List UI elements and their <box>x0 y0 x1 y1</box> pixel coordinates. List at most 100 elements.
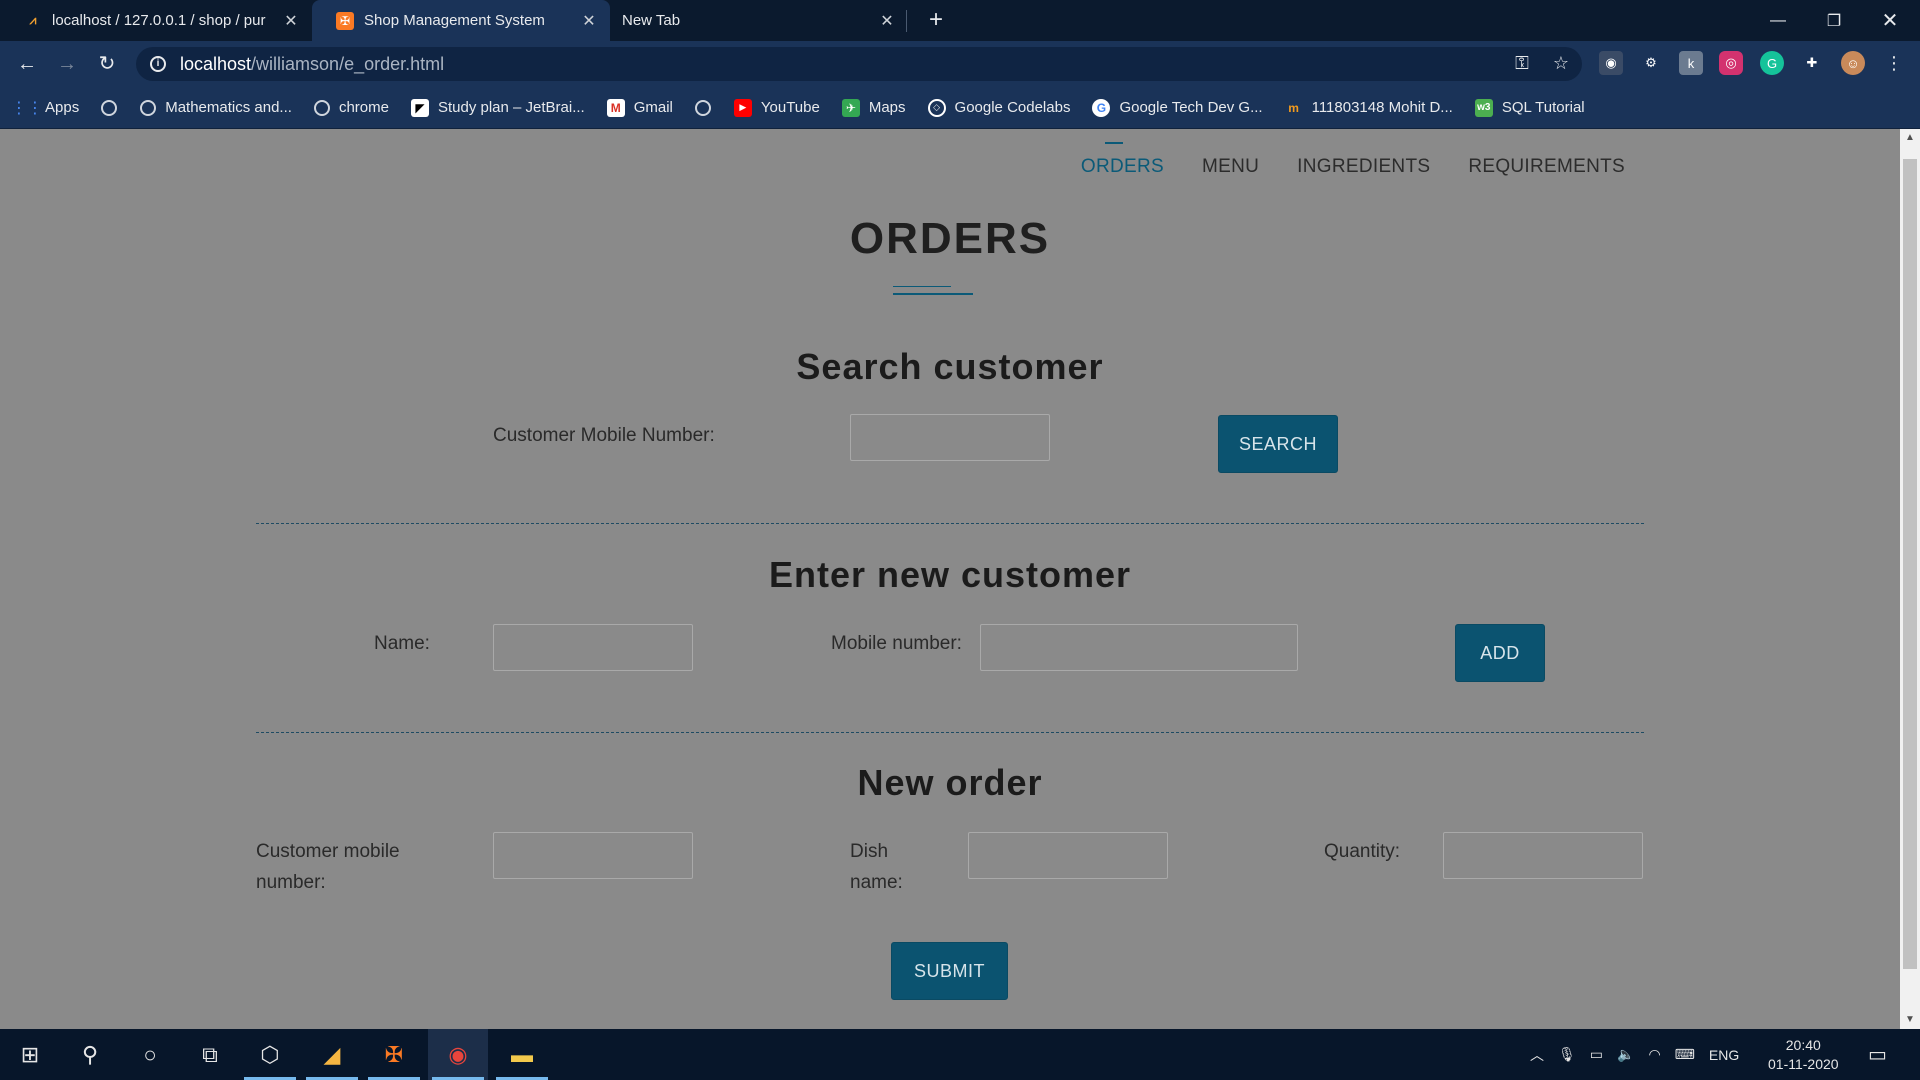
more-menu-icon[interactable]: ⋮ <box>1880 49 1908 77</box>
new-customer-heading: Enter new customer <box>768 554 1132 595</box>
reload-icon[interactable]: ↻ <box>93 50 121 78</box>
camera-extension-icon[interactable]: ◉ <box>1599 51 1623 75</box>
dish-name-field[interactable] <box>968 832 1168 879</box>
nav-orders[interactable]: ORDERS <box>1081 142 1164 178</box>
name-input[interactable] <box>494 625 692 670</box>
name-field[interactable] <box>493 624 693 671</box>
nav-requirements[interactable]: REQUIREMENTS <box>1468 156 1625 178</box>
name-label: Name: <box>374 633 430 654</box>
extensions-puzzle-icon[interactable]: ✚ <box>1800 51 1824 75</box>
site-info-icon[interactable]: i <box>150 56 166 72</box>
grammarly-extension-icon[interactable]: G <box>1760 51 1784 75</box>
bookmark-globe[interactable] <box>101 99 126 116</box>
tab-title: Shop Management System <box>364 12 545 29</box>
dish-name-input[interactable] <box>969 833 1167 878</box>
scrollbar-thumb[interactable] <box>1903 159 1917 969</box>
speaker-icon[interactable]: 🔈 <box>1617 1046 1634 1063</box>
order-mobile-field[interactable] <box>493 832 693 879</box>
new-tab-button[interactable]: + <box>923 8 949 34</box>
address-bar[interactable]: i localhost/williamson/e_order.html <box>136 47 1582 81</box>
kami-extension-icon[interactable]: k <box>1679 51 1703 75</box>
search-button[interactable]: SEARCH <box>1218 415 1338 473</box>
bookmark-google-codelabs[interactable]: ◇ Google Codelabs <box>927 98 1070 117</box>
instagram-extension-icon[interactable]: ◎ <box>1719 51 1743 75</box>
wifi-icon[interactable]: ◠ <box>1648 1046 1660 1063</box>
close-icon[interactable]: ✕ <box>580 11 598 31</box>
page-content: ORDERS MENU INGREDIENTS REQUIREMENTS ORD… <box>0 129 1900 1029</box>
window-close-icon[interactable]: ✕ <box>1862 0 1918 41</box>
order-mobile-label: Customer mobile number: <box>256 836 400 898</box>
bookmarks-bar: ⋮⋮ Apps Mathematics and... chrome ◤ Stud… <box>0 87 1920 129</box>
bookmark-apps[interactable]: ⋮⋮ Apps <box>11 99 79 117</box>
browser-tab-phpmyadmin[interactable]: ⩘ localhost / 127.0.0.1 / shop / pur ✕ <box>0 0 312 41</box>
battery-icon[interactable]: ▭ <box>1590 1046 1603 1063</box>
keyboard-icon[interactable]: ⌨ <box>1675 1046 1695 1063</box>
search-icon[interactable]: ⚲ <box>60 1029 120 1080</box>
windows-start-icon[interactable]: ⊞ <box>0 1029 60 1080</box>
language-indicator[interactable]: ENG <box>1709 1047 1739 1063</box>
browser-tab-strip: ⩘ localhost / 127.0.0.1 / shop / pur ✕ ✠… <box>0 0 1920 41</box>
bookmark-mohit[interactable]: m 111803148 Mohit D... <box>1285 99 1453 117</box>
cortana-icon[interactable]: ○ <box>120 1029 180 1080</box>
scroll-up-arrow-icon[interactable]: ▲ <box>1900 129 1920 147</box>
task-view-icon[interactable]: ⧉ <box>180 1029 240 1080</box>
bookmark-google-tech-dev[interactable]: G Google Tech Dev G... <box>1092 98 1263 117</box>
section-divider <box>256 523 1644 524</box>
mobile-number-field[interactable] <box>980 624 1298 671</box>
bookmark-gmail[interactable]: M Gmail <box>606 98 673 117</box>
order-mobile-input[interactable] <box>494 833 692 878</box>
dish-name-label: Dish name: <box>850 836 903 898</box>
globe-icon <box>140 99 157 116</box>
clock[interactable]: 20:40 01-11-2020 <box>1768 1029 1839 1080</box>
dish-name-label-line1: Dish <box>850 841 889 862</box>
bookmark-youtube[interactable]: ▶ YouTube <box>733 98 820 117</box>
nav-menu[interactable]: MENU <box>1202 156 1259 178</box>
close-icon[interactable]: ✕ <box>878 11 896 31</box>
bookmark-globe-2[interactable] <box>694 99 720 116</box>
bookmark-label: SQL Tutorial <box>1501 99 1585 116</box>
add-button[interactable]: ADD <box>1455 624 1545 682</box>
microphone-icon[interactable]: 🎙 <box>1558 1046 1576 1063</box>
page-scrollbar[interactable]: ▲ ▼ <box>1900 129 1920 1029</box>
url-path: /williamson/e_order.html <box>251 53 445 74</box>
nav-ingredients[interactable]: INGREDIENTS <box>1297 156 1430 178</box>
bookmark-mathematics[interactable]: Mathematics and... <box>140 99 292 116</box>
forward-arrow-icon[interactable]: → <box>53 50 81 78</box>
apps-grid-icon: ⋮⋮ <box>11 99 43 117</box>
windows-taskbar: ⊞ ⚲ ○ ⧉ ⬡ ◢ ✠ ◉ ▬ ︿ 🎙 ▭ 🔈 ◠ ⌨ ENG 20:40 … <box>0 1029 1920 1080</box>
mobile-number-input[interactable] <box>981 625 1297 670</box>
quantity-input[interactable] <box>1444 833 1642 878</box>
quantity-label: Quantity: <box>1324 841 1401 862</box>
restore-icon[interactable]: ❐ <box>1806 0 1862 41</box>
close-icon[interactable]: ✕ <box>282 11 300 31</box>
order-mobile-label-line1: Customer mobile <box>256 841 400 862</box>
browser-tab-shop-management[interactable]: ✠ Shop Management System ✕ <box>312 0 610 41</box>
settings-extension-icon[interactable]: ⚙ <box>1639 51 1663 75</box>
back-arrow-icon[interactable]: ← <box>13 50 41 78</box>
bookmark-maps[interactable]: ✈ Maps <box>841 98 906 117</box>
file-explorer-icon[interactable]: ▬ <box>492 1029 552 1080</box>
youtube-icon: ▶ <box>733 98 752 117</box>
bookmark-star-icon[interactable]: ☆ <box>1547 49 1575 77</box>
bookmark-chrome[interactable]: chrome <box>313 99 389 116</box>
scroll-down-arrow-icon[interactable]: ▼ <box>1900 1011 1920 1029</box>
search-mobile-input[interactable] <box>851 415 1049 460</box>
key-icon[interactable]: ⚿ <box>1508 49 1536 77</box>
chrome-icon[interactable]: ◉ <box>428 1029 488 1080</box>
profile-avatar[interactable]: ☺ <box>1841 51 1865 75</box>
sublime-icon[interactable]: ◢ <box>302 1029 362 1080</box>
minimize-icon[interactable]: — <box>1750 0 1806 41</box>
tab-title: New Tab <box>622 12 681 29</box>
mobile-number-label: Mobile number: <box>831 633 962 654</box>
xampp-icon[interactable]: ✠ <box>364 1029 424 1080</box>
quantity-field[interactable] <box>1443 832 1643 879</box>
notification-icon[interactable]: ▭ <box>1868 1029 1887 1080</box>
bookmark-jetbrains[interactable]: ◤ Study plan – JetBrai... <box>410 98 585 117</box>
browser-tab-new-tab[interactable]: New Tab ✕ <box>610 0 908 41</box>
virtualbox-icon[interactable]: ⬡ <box>240 1029 300 1080</box>
dish-name-label-line2: name: <box>850 872 903 893</box>
chevron-up-icon[interactable]: ︿ <box>1530 1045 1544 1065</box>
submit-button[interactable]: SUBMIT <box>891 942 1008 1000</box>
search-mobile-field[interactable] <box>850 414 1050 461</box>
bookmark-sql-tutorial[interactable]: w3 SQL Tutorial <box>1474 98 1585 117</box>
